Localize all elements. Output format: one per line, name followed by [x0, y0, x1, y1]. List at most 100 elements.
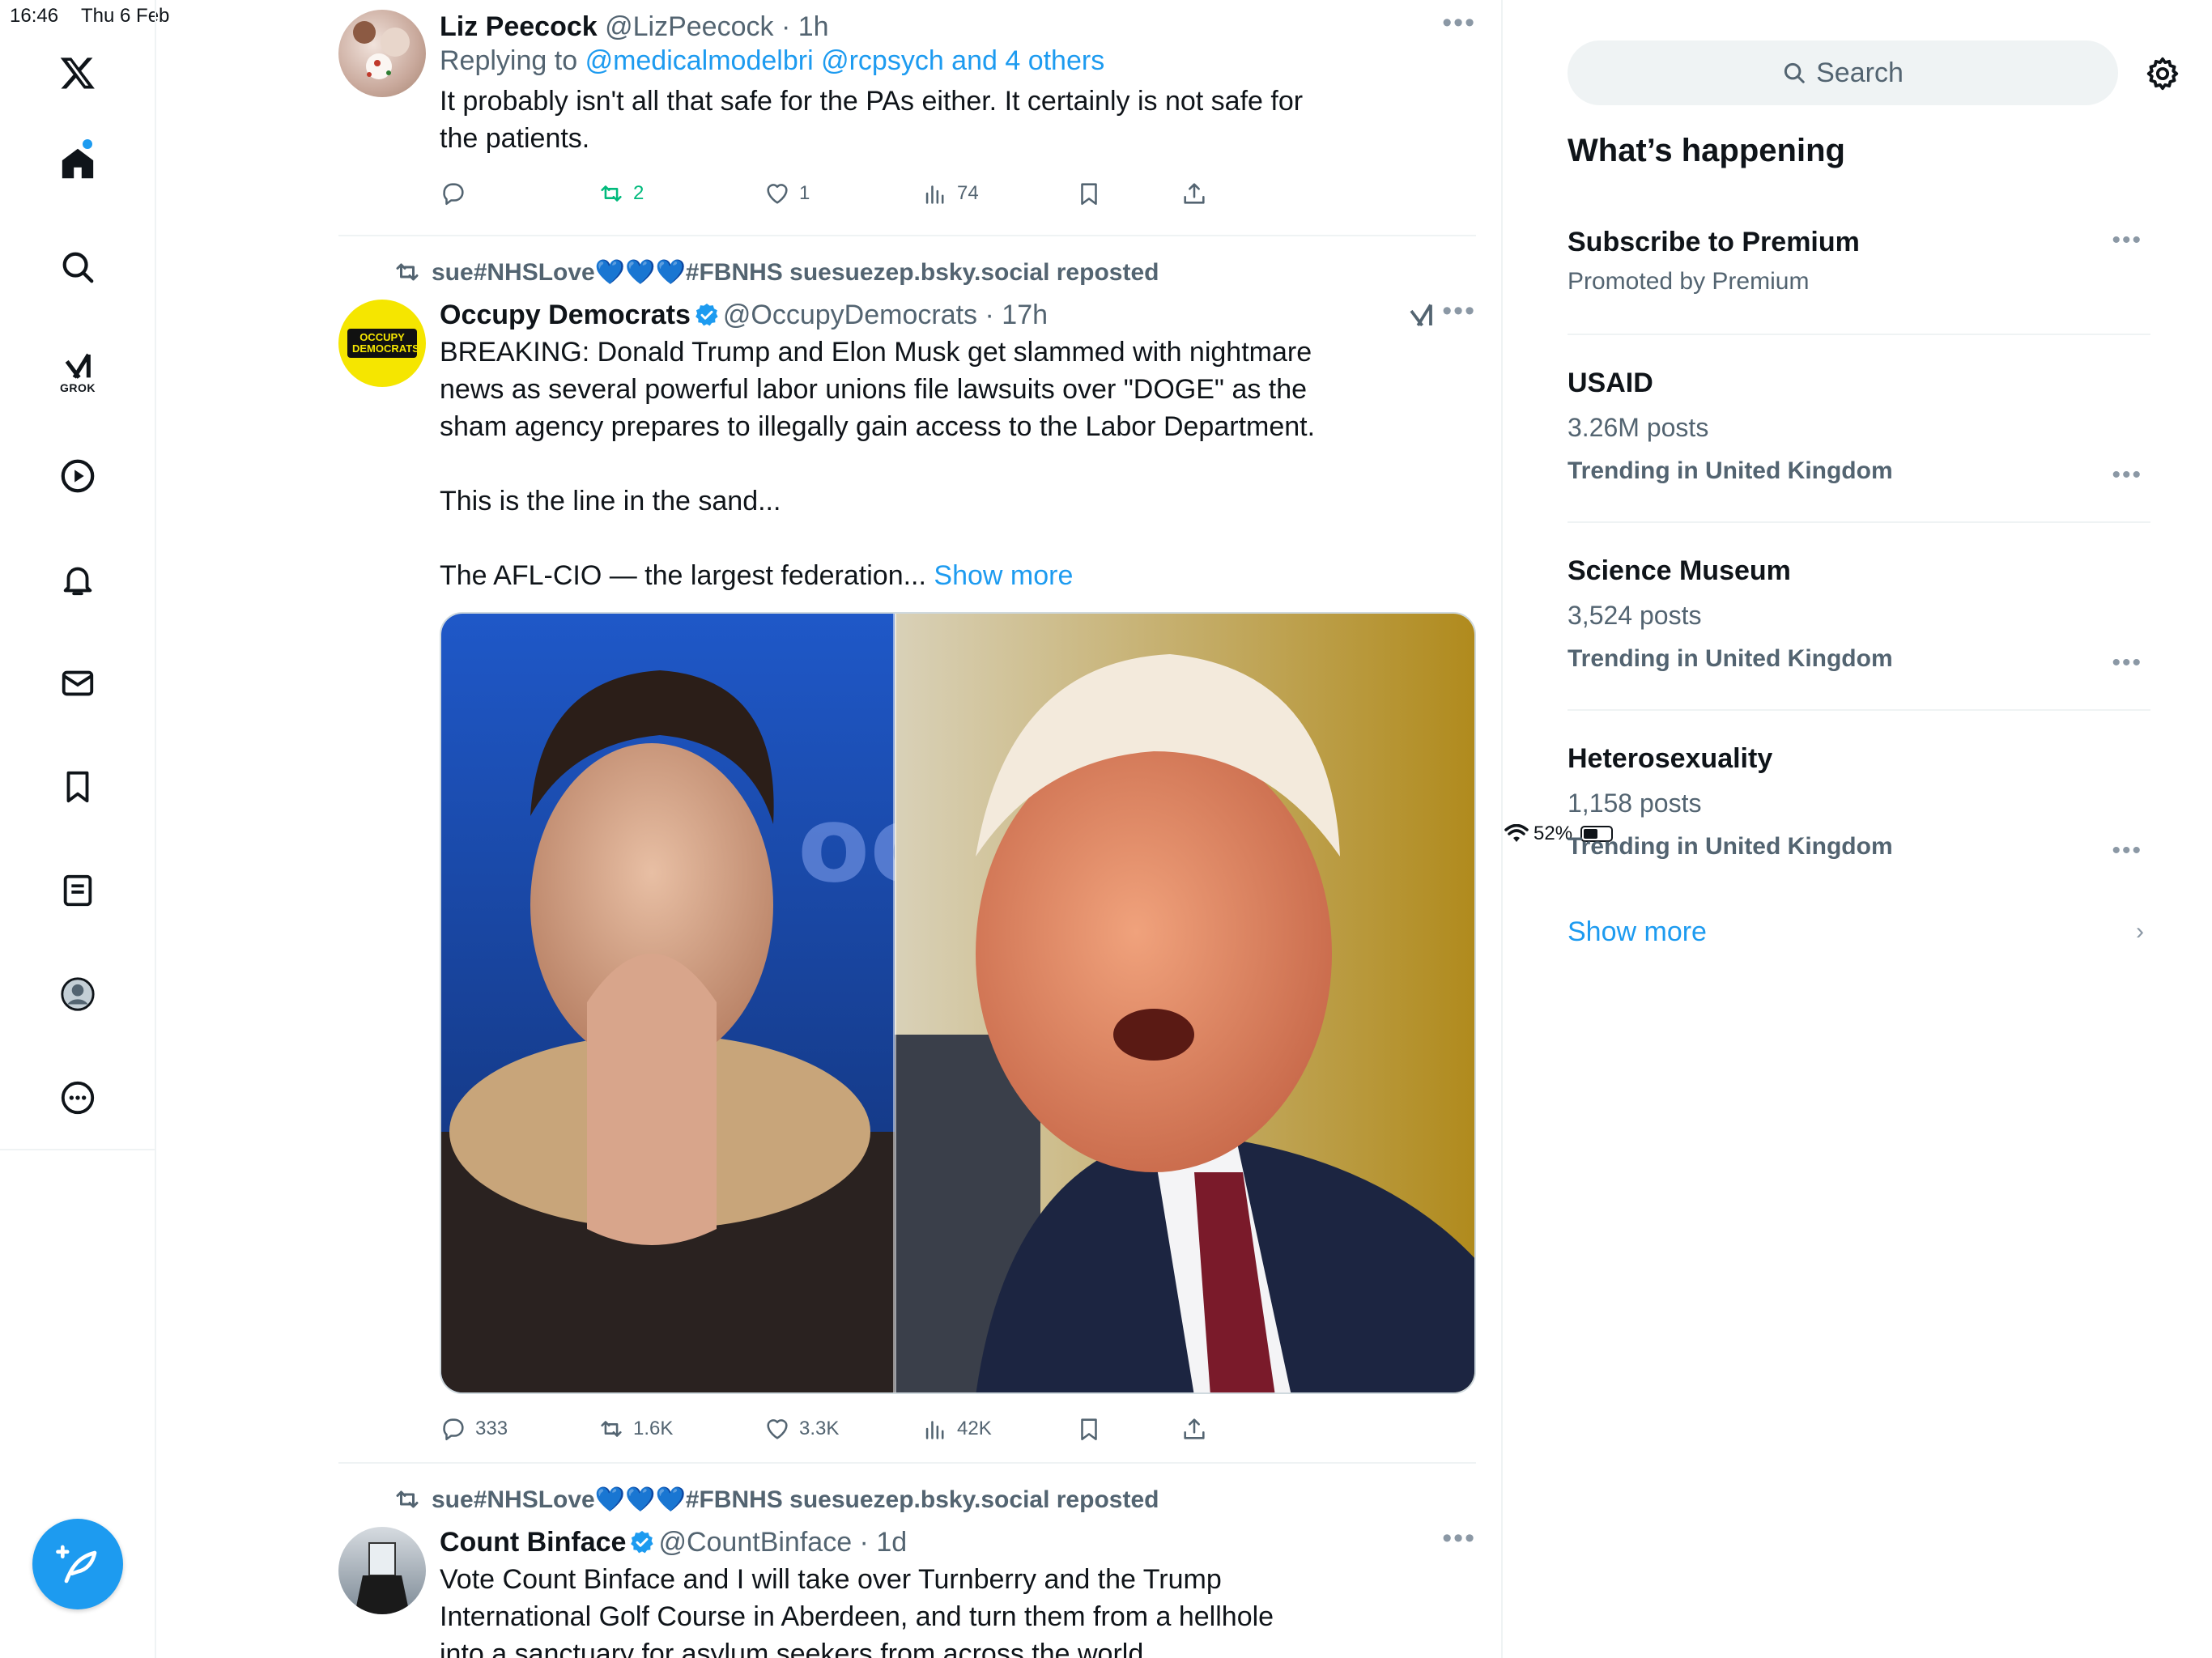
notifications-bell-icon[interactable] — [49, 551, 107, 609]
views-count: 74 — [957, 182, 979, 204]
tweet-media-image[interactable]: ool — [440, 612, 1476, 1394]
share-button[interactable] — [1180, 180, 1208, 207]
video-play-icon[interactable] — [49, 447, 107, 505]
compose-post-button[interactable] — [32, 1519, 123, 1609]
replying-to-users[interactable]: @medicalmodelbri @rcpsych and 4 others — [585, 45, 1105, 76]
replying-to: Replying to @medicalmodelbri @rcpsych an… — [440, 44, 1476, 78]
trend-title: USAID — [1568, 368, 1653, 398]
views-button[interactable]: 42K — [921, 1415, 992, 1443]
tweet-text: It probably isn't all that safe for the … — [440, 83, 1476, 157]
author-handle[interactable]: @OccupyDemocrats — [723, 300, 977, 330]
tweet-occupy-democrats[interactable]: OCCUPY DEMOCRATS Occupy Democrats @Occupy… — [338, 297, 1476, 1448]
trend-subtitle: Promoted by Premium — [1568, 268, 1810, 295]
settings-gear-icon[interactable] — [2144, 55, 2181, 92]
trend-post-count: 3.26M posts — [1568, 413, 1709, 442]
avatar[interactable] — [338, 10, 426, 97]
repost-icon — [396, 1490, 419, 1508]
share-icon — [1184, 183, 1205, 204]
share-button[interactable] — [1180, 1415, 1208, 1443]
trend-post-count: 1,158 posts — [1568, 789, 1702, 818]
like-button[interactable]: 1 — [764, 180, 810, 207]
messages-envelope-icon[interactable] — [49, 654, 107, 712]
views-chart-icon — [925, 1421, 944, 1439]
more-dots-icon[interactable]: ••• — [1442, 9, 1476, 36]
heart-icon — [767, 184, 788, 204]
tweet-divider — [338, 1462, 1476, 1464]
post-time[interactable]: 1h — [798, 11, 829, 42]
show-more-link[interactable]: Show more — [934, 560, 1073, 591]
more-dots-icon[interactable]: ••• — [2112, 227, 2142, 254]
tweet-text: Vote Count Binface and I will take over … — [440, 1561, 1476, 1658]
tweet-actions: 2 1 74 — [338, 180, 1476, 212]
tweet-text-line-truncated: The AFL-CIO — the largest federation... … — [440, 557, 1476, 594]
repost-count: 1.6K — [633, 1418, 674, 1439]
like-count: 1 — [799, 182, 810, 204]
author-name[interactable]: Occupy Democrats — [440, 300, 691, 330]
more-dots-icon[interactable]: ••• — [2112, 649, 2142, 677]
trend-divider — [1568, 709, 2150, 711]
trend-divider — [1568, 521, 2150, 523]
trend-item[interactable]: Heterosexuality 1,158 posts Trending in … — [1568, 742, 2150, 865]
tweet-text: BREAKING: Donald Trump and Elon Musk get… — [440, 334, 1476, 594]
author-name[interactable]: Count Binface — [440, 1527, 626, 1558]
more-dots-icon[interactable]: ••• — [2112, 837, 2142, 865]
avatar-image — [353, 21, 410, 79]
reply-icon — [443, 183, 464, 206]
like-button[interactable]: 3.3K — [764, 1415, 839, 1443]
author-handle[interactable]: @CountBinface — [658, 1527, 852, 1558]
separator-dot: · — [977, 300, 1002, 330]
whats-happening-heading: What’s happening — [1568, 133, 1845, 168]
repost-context[interactable]: sue#NHSLove💙💙💙#FBNHS suesuezep.bsky.soci… — [393, 1485, 1159, 1514]
avatar[interactable] — [338, 1527, 426, 1614]
bookmarks-icon[interactable] — [49, 758, 107, 816]
post-time[interactable]: 1d — [876, 1527, 907, 1558]
search-icon[interactable] — [49, 238, 107, 296]
show-more-trends-link[interactable]: Show more — [1568, 916, 1707, 948]
reply-icon — [443, 1418, 464, 1441]
home-icon[interactable] — [49, 134, 107, 193]
media-photo-composite: ool — [441, 614, 1474, 1392]
tweet-liz-peecock[interactable]: Liz Peecock @LizPeecock · 1h ••• Replyin… — [338, 9, 1476, 220]
tweet-text-line: International Golf Course in Aberdeen, a… — [440, 1601, 1274, 1632]
reply-button[interactable]: 333 — [440, 1415, 508, 1443]
reply-button[interactable] — [440, 180, 475, 207]
search-icon — [1784, 62, 1805, 83]
bookmark-button[interactable] — [1075, 180, 1103, 207]
post-time[interactable]: 17h — [1002, 300, 1048, 330]
author-name[interactable]: Liz Peecock — [440, 11, 598, 42]
more-dots-icon[interactable]: ••• — [2112, 461, 2142, 489]
lists-icon[interactable] — [49, 861, 107, 920]
trend-title: Science Museum — [1568, 555, 1791, 586]
profile-avatar-icon[interactable] — [49, 965, 107, 1023]
bookmark-button[interactable] — [1075, 1415, 1103, 1443]
x-logo-icon[interactable] — [49, 44, 107, 102]
more-dots-icon[interactable]: ••• — [1442, 1525, 1476, 1552]
author-handle[interactable]: @LizPeecock — [605, 11, 773, 42]
tweet-count-binface[interactable]: Count Binface @CountBinface · 1d ••• Vote… — [338, 1525, 1476, 1658]
trend-item[interactable]: Science Museum 3,524 posts Trending in U… — [1568, 554, 2150, 677]
repost-context[interactable]: sue#NHSLove💙💙💙#FBNHS suesuezep.bsky.soci… — [393, 257, 1159, 287]
repost-button[interactable]: 1.6K — [598, 1415, 673, 1443]
avatar[interactable]: OCCUPY DEMOCRATS — [338, 300, 426, 387]
verified-badge-icon — [631, 1531, 654, 1554]
bookmark-icon — [1081, 183, 1097, 206]
reposted-by-text: sue#NHSLove💙💙💙#FBNHS suesuezep.bsky.soci… — [432, 1486, 1159, 1513]
share-icon — [1184, 1418, 1205, 1439]
search-input[interactable]: Search — [1568, 40, 2118, 105]
more-dots-icon[interactable]: ••• — [1442, 297, 1476, 325]
reposted-by-text: sue#NHSLove💙💙💙#FBNHS suesuezep.bsky.soci… — [432, 258, 1159, 286]
repost-button[interactable]: 2 — [598, 180, 644, 207]
left-navigation: GROK — [0, 0, 156, 1658]
grok-explain-icon[interactable] — [1406, 301, 1436, 330]
tweet-header: Liz Peecock @LizPeecock · 1h — [440, 10, 1476, 44]
trend-item[interactable]: Subscribe to Premium Promoted by Premium… — [1568, 225, 2150, 298]
tweet-text-line: the patients. — [440, 123, 590, 154]
grok-icon[interactable]: GROK — [49, 340, 107, 405]
right-sidebar: Search What’s happening Subscribe to Pre… — [1504, 0, 2212, 1658]
views-button[interactable]: 74 — [921, 180, 979, 207]
trend-item[interactable]: USAID 3.26M posts Trending in United Kin… — [1568, 366, 2150, 489]
tweet-header: Count Binface @CountBinface · 1d — [440, 1525, 1476, 1559]
more-options-icon[interactable] — [49, 1069, 107, 1127]
repost-icon — [396, 263, 419, 281]
tweet-text-line: BREAKING: Donald Trump and Elon Musk get… — [440, 337, 1312, 368]
